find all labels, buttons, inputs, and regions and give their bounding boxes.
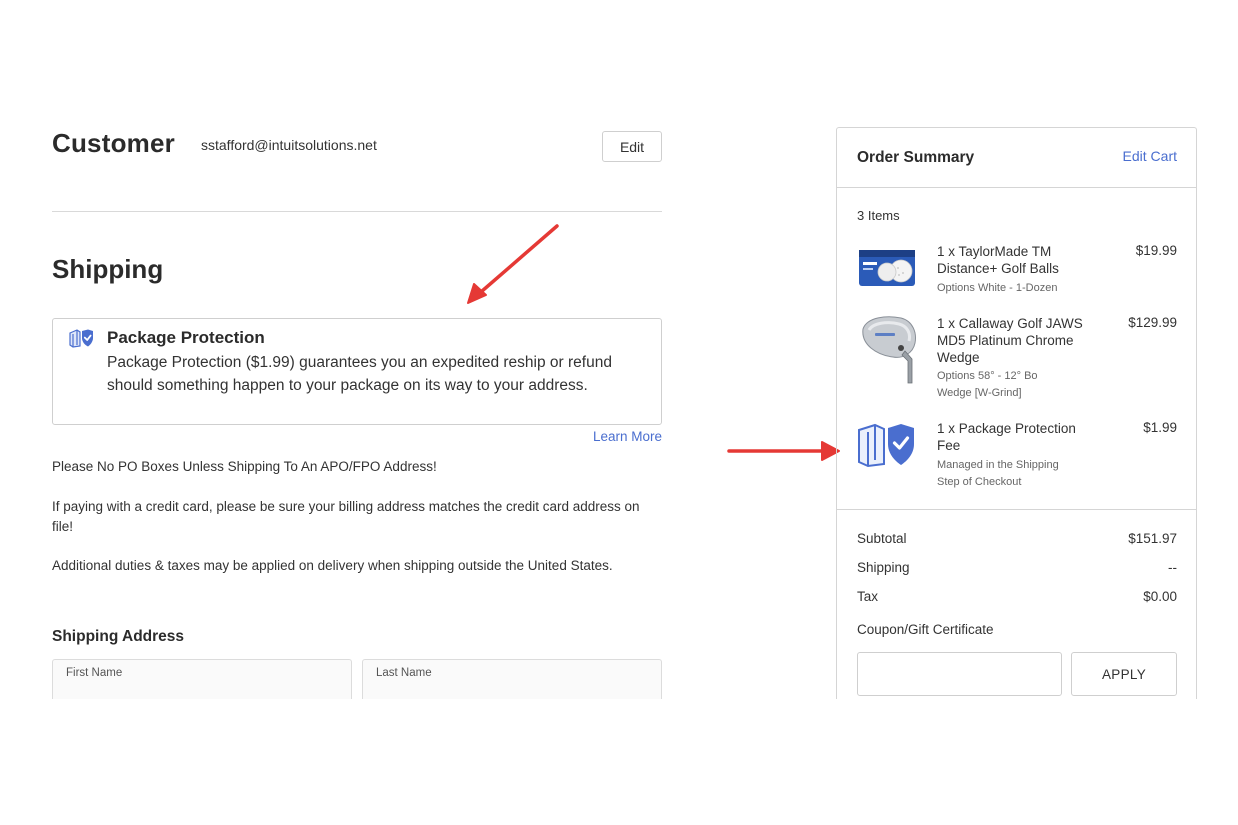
tax-row: Tax $0.00 [857, 589, 1177, 604]
last-name-field[interactable]: Last Name [362, 659, 662, 699]
section-divider [52, 211, 662, 212]
edit-cart-link[interactable]: Edit Cart [1123, 148, 1177, 164]
cart-item-name: 1 x Callaway Golf JAWS MD5 Platinum Chro… [937, 316, 1083, 365]
shipping-title: Shipping [52, 254, 164, 284]
shipping-note-po-boxes: Please No PO Boxes Unless Shipping To An… [52, 459, 437, 474]
order-summary-header: Order Summary Edit Cart [837, 128, 1196, 188]
subtotal-label: Subtotal [857, 531, 907, 546]
cart-item-options: Wedge [W-Grind] [937, 387, 1022, 399]
shipping-label: Shipping [857, 560, 910, 575]
shipping-row: Shipping -- [857, 560, 1177, 575]
shipping-address-title: Shipping Address [52, 628, 185, 645]
cart-item-name: 1 x Package Protection Fee [937, 421, 1076, 453]
totals-divider [837, 509, 1196, 510]
cart-item-package-protection: 1 x Package Protection Fee Managed in th… [857, 420, 1177, 495]
package-protection-box[interactable]: Package Protection Package Protection ($… [52, 318, 662, 425]
coupon-input[interactable] [857, 652, 1062, 696]
learn-more-link[interactable]: Learn More [540, 429, 662, 444]
customer-email: sstafford@intuitsolutions.net [201, 137, 377, 153]
cart-item-price: $129.99 [1128, 315, 1177, 330]
cart-item-options: Options White - 1-Dozen [937, 282, 1058, 294]
cart-item-options: Step of Checkout [937, 476, 1022, 488]
last-name-label: Last Name [376, 667, 432, 679]
apply-coupon-button[interactable]: APPLY [1071, 652, 1177, 696]
wedge-image [862, 316, 916, 384]
cart-item-options: Options 58° - 12° Bo [937, 370, 1038, 382]
package-protection-title: Package Protection [107, 328, 265, 347]
shipping-note-billing: If paying with a credit card, please be … [52, 499, 640, 534]
order-summary-panel: Order Summary Edit Cart 3 Items 1 x Tayl… [836, 127, 1197, 699]
subtotal-row: Subtotal $151.97 [857, 531, 1177, 546]
coupon-label: Coupon/Gift Certificate [857, 622, 994, 637]
edit-customer-button[interactable]: Edit [602, 131, 662, 162]
annotation-arrow-diagonal [467, 224, 559, 304]
shipping-value: -- [1168, 560, 1177, 575]
package-shield-icon [858, 423, 914, 468]
cart-item-name: 1 x TaylorMade TM Distance+ Golf Balls [937, 244, 1059, 276]
subtotal-value: $151.97 [1128, 531, 1177, 546]
items-count: 3 Items [857, 208, 900, 223]
customer-section: Customer sstafford@intuitsolutions.net E… [52, 128, 662, 168]
cart-item-options: Managed in the Shipping [937, 459, 1059, 471]
golf-balls-image [859, 250, 915, 286]
cart-item-price: $1.99 [1143, 420, 1177, 435]
package-shield-icon [69, 329, 93, 348]
shipping-note-duties: Additional duties & taxes may be applied… [52, 558, 613, 573]
cart-item-price: $19.99 [1135, 243, 1177, 258]
first-name-label: First Name [66, 667, 123, 679]
tax-value: $0.00 [1143, 589, 1177, 604]
annotation-arrow-horizontal [727, 441, 840, 461]
first-name-field[interactable]: First Name [52, 659, 352, 699]
cart-item-wedge: 1 x Callaway Golf JAWS MD5 Platinum Chro… [857, 315, 1177, 405]
customer-title: Customer [52, 128, 175, 158]
order-summary-title: Order Summary [857, 149, 975, 166]
tax-label: Tax [857, 589, 879, 604]
cart-item-golf-balls: 1 x TaylorMade TM Distance+ Golf Balls O… [857, 243, 1177, 303]
package-protection-description: Package Protection ($1.99) guarantees yo… [107, 354, 612, 394]
